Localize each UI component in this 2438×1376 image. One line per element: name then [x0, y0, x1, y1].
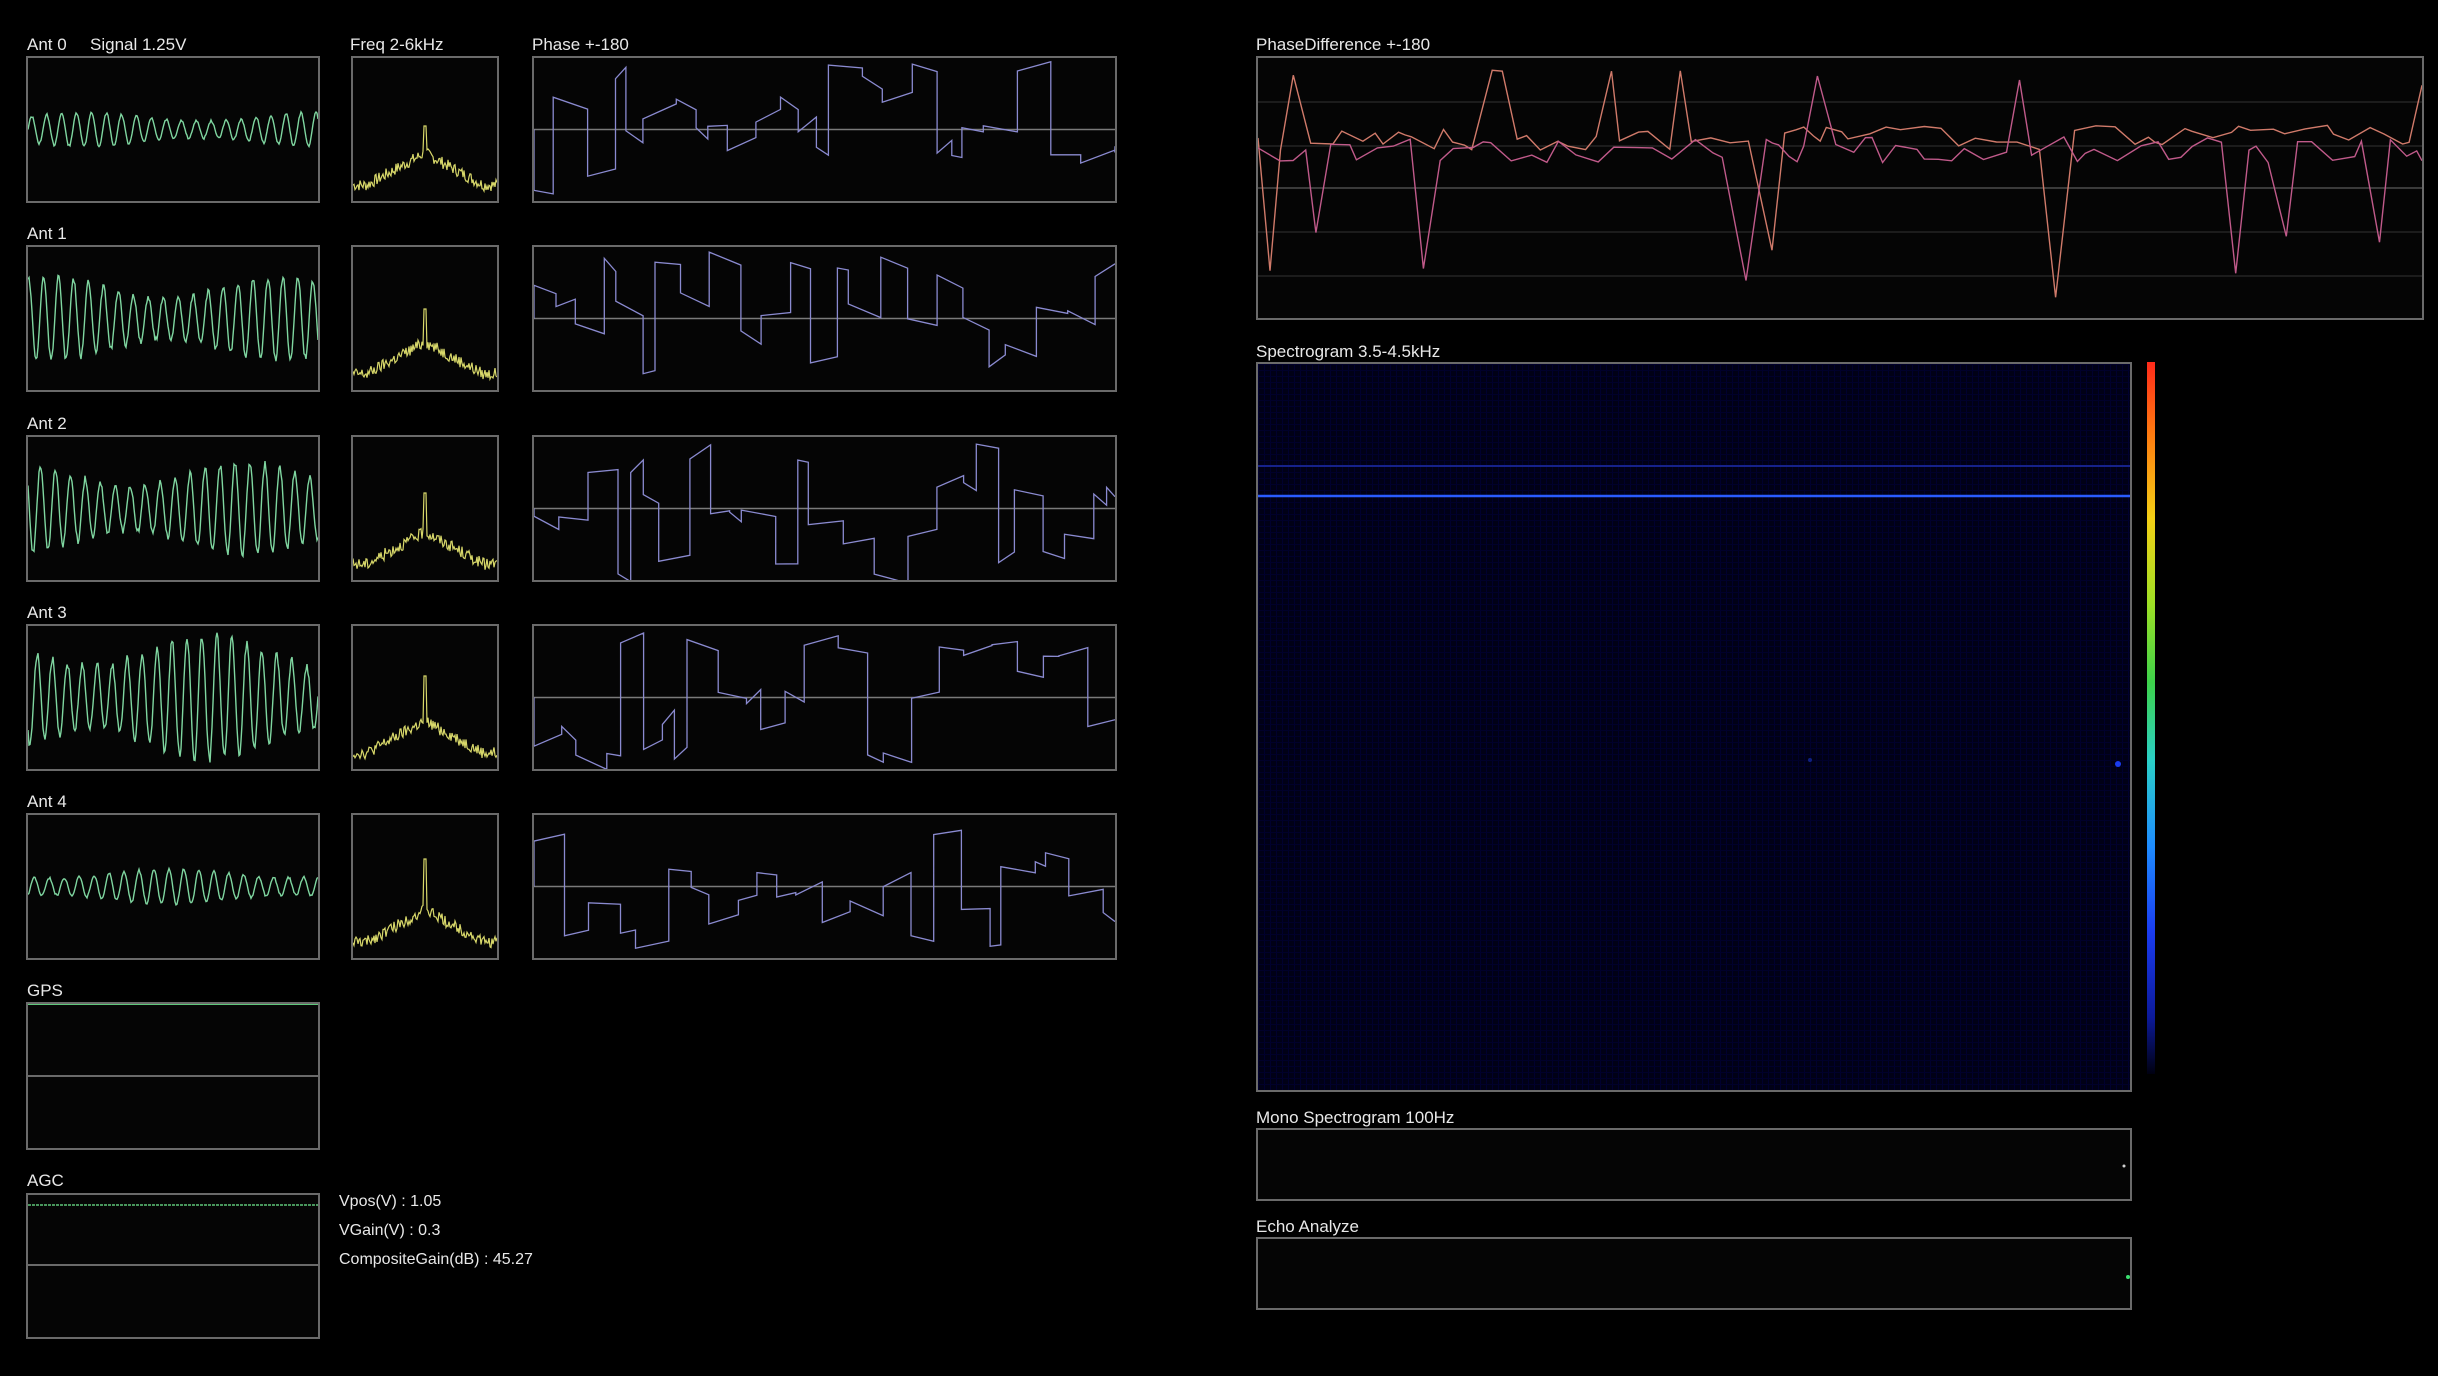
spectrogram-colorbar — [2147, 362, 2155, 1074]
freq-panel-4 — [351, 813, 499, 960]
signal-trace-0 — [28, 110, 318, 149]
phase-plot-3 — [534, 632, 1115, 769]
phase-panel-4 — [532, 813, 1117, 960]
freq-trace-2 — [353, 492, 497, 570]
mono-spectrogram-dot — [2122, 1164, 2126, 1168]
freq-panel-3 — [351, 624, 499, 771]
phase-panel-3 — [532, 624, 1117, 771]
agc-label: AGC — [27, 1171, 64, 1190]
freq-plot-0 — [353, 125, 497, 194]
mono-spectrogram-panel — [1256, 1128, 2132, 1201]
signal-panel-0 — [26, 56, 320, 203]
freq-plot-1 — [353, 308, 497, 382]
phase-plot-4 — [534, 829, 1115, 950]
spectrogram-blip — [2115, 761, 2121, 767]
spectrogram-blip-2 — [1808, 758, 1812, 762]
phase-panel-0 — [532, 56, 1117, 203]
echo-analyze-panel — [1256, 1237, 2132, 1310]
gps-plot — [28, 1004, 318, 1077]
freq-trace-4 — [353, 858, 497, 949]
signal-plot-3 — [28, 632, 318, 763]
freq-panel-1 — [351, 245, 499, 392]
phase-trace-1 — [534, 251, 1115, 375]
signal-panel-4 — [26, 813, 320, 960]
phase-trace-4 — [534, 829, 1115, 950]
signal-panel-3 — [26, 624, 320, 771]
signal-trace-4 — [28, 866, 318, 907]
agc-panel — [26, 1193, 320, 1339]
signal-trace-1 — [28, 274, 318, 362]
agc-plot — [28, 1204, 318, 1266]
phase-plot-0 — [534, 60, 1115, 195]
freq-header: Freq 2-6kHz — [350, 35, 444, 54]
freq-trace-0 — [353, 125, 497, 194]
echo-analyze-label: Echo Analyze — [1256, 1217, 1360, 1236]
freq-plot-4 — [353, 858, 497, 949]
phase-difference-panel — [1256, 56, 2424, 320]
mono-spectrogram-plot — [2122, 1164, 2126, 1168]
phase-plot-1 — [534, 251, 1115, 375]
signal-plot-1 — [28, 274, 318, 362]
freq-trace-1 — [353, 308, 497, 382]
echo-analyze-plot — [2126, 1275, 2130, 1279]
freq-trace-3 — [353, 675, 497, 761]
signal-panel-1 — [26, 245, 320, 392]
phase-trace-2 — [534, 443, 1115, 580]
phase-panel-1 — [532, 245, 1117, 392]
freq-panel-2 — [351, 435, 499, 582]
freq-panel-0 — [351, 56, 499, 203]
signal-trace-2 — [28, 461, 318, 559]
phase-difference-trace-0 — [1258, 69, 2422, 298]
echo-dot — [2126, 1275, 2130, 1279]
signal-plot-0 — [28, 110, 318, 149]
ant-label-4: Ant 4 — [27, 792, 67, 811]
signal-header: Signal 1.25V — [90, 35, 187, 54]
ant-label-2: Ant 2 — [27, 414, 67, 433]
phase-difference-label: PhaseDifference +-180 — [1256, 35, 1431, 54]
signal-plot-4 — [28, 866, 318, 907]
vpos-readout: Vpos(V) : 1.05 — [339, 1193, 442, 1210]
phase-difference-trace-1 — [1258, 75, 2422, 281]
phase-panel-2 — [532, 435, 1117, 582]
phase-plot-2 — [534, 443, 1115, 580]
composite-gain-readout: CompositeGain(dB) : 45.27 — [339, 1251, 533, 1268]
ant-label-1: Ant 1 — [27, 224, 67, 243]
mono-spectrogram-label: Mono Spectrogram 100Hz — [1256, 1108, 1455, 1127]
vgain-readout: VGain(V) : 0.3 — [339, 1222, 441, 1239]
phase-header: Phase +-180 — [532, 35, 629, 54]
phase-trace-0 — [534, 60, 1115, 195]
spectrogram-panel — [1256, 362, 2132, 1092]
gps-label: GPS — [27, 981, 63, 1000]
freq-plot-3 — [353, 675, 497, 761]
signal-plot-2 — [28, 461, 318, 559]
signal-trace-3 — [28, 632, 318, 763]
ant-label-3: Ant 3 — [27, 603, 67, 622]
freq-plot-2 — [353, 492, 497, 570]
gps-panel — [26, 1002, 320, 1150]
phase-difference-plot — [1258, 69, 2422, 298]
spectrogram-label: Spectrogram 3.5-4.5kHz — [1256, 342, 1441, 361]
phase-trace-3 — [534, 632, 1115, 769]
spectrogram-plot — [1258, 364, 2130, 1090]
signal-panel-2 — [26, 435, 320, 582]
ant-label-0: Ant 0 — [27, 35, 67, 54]
